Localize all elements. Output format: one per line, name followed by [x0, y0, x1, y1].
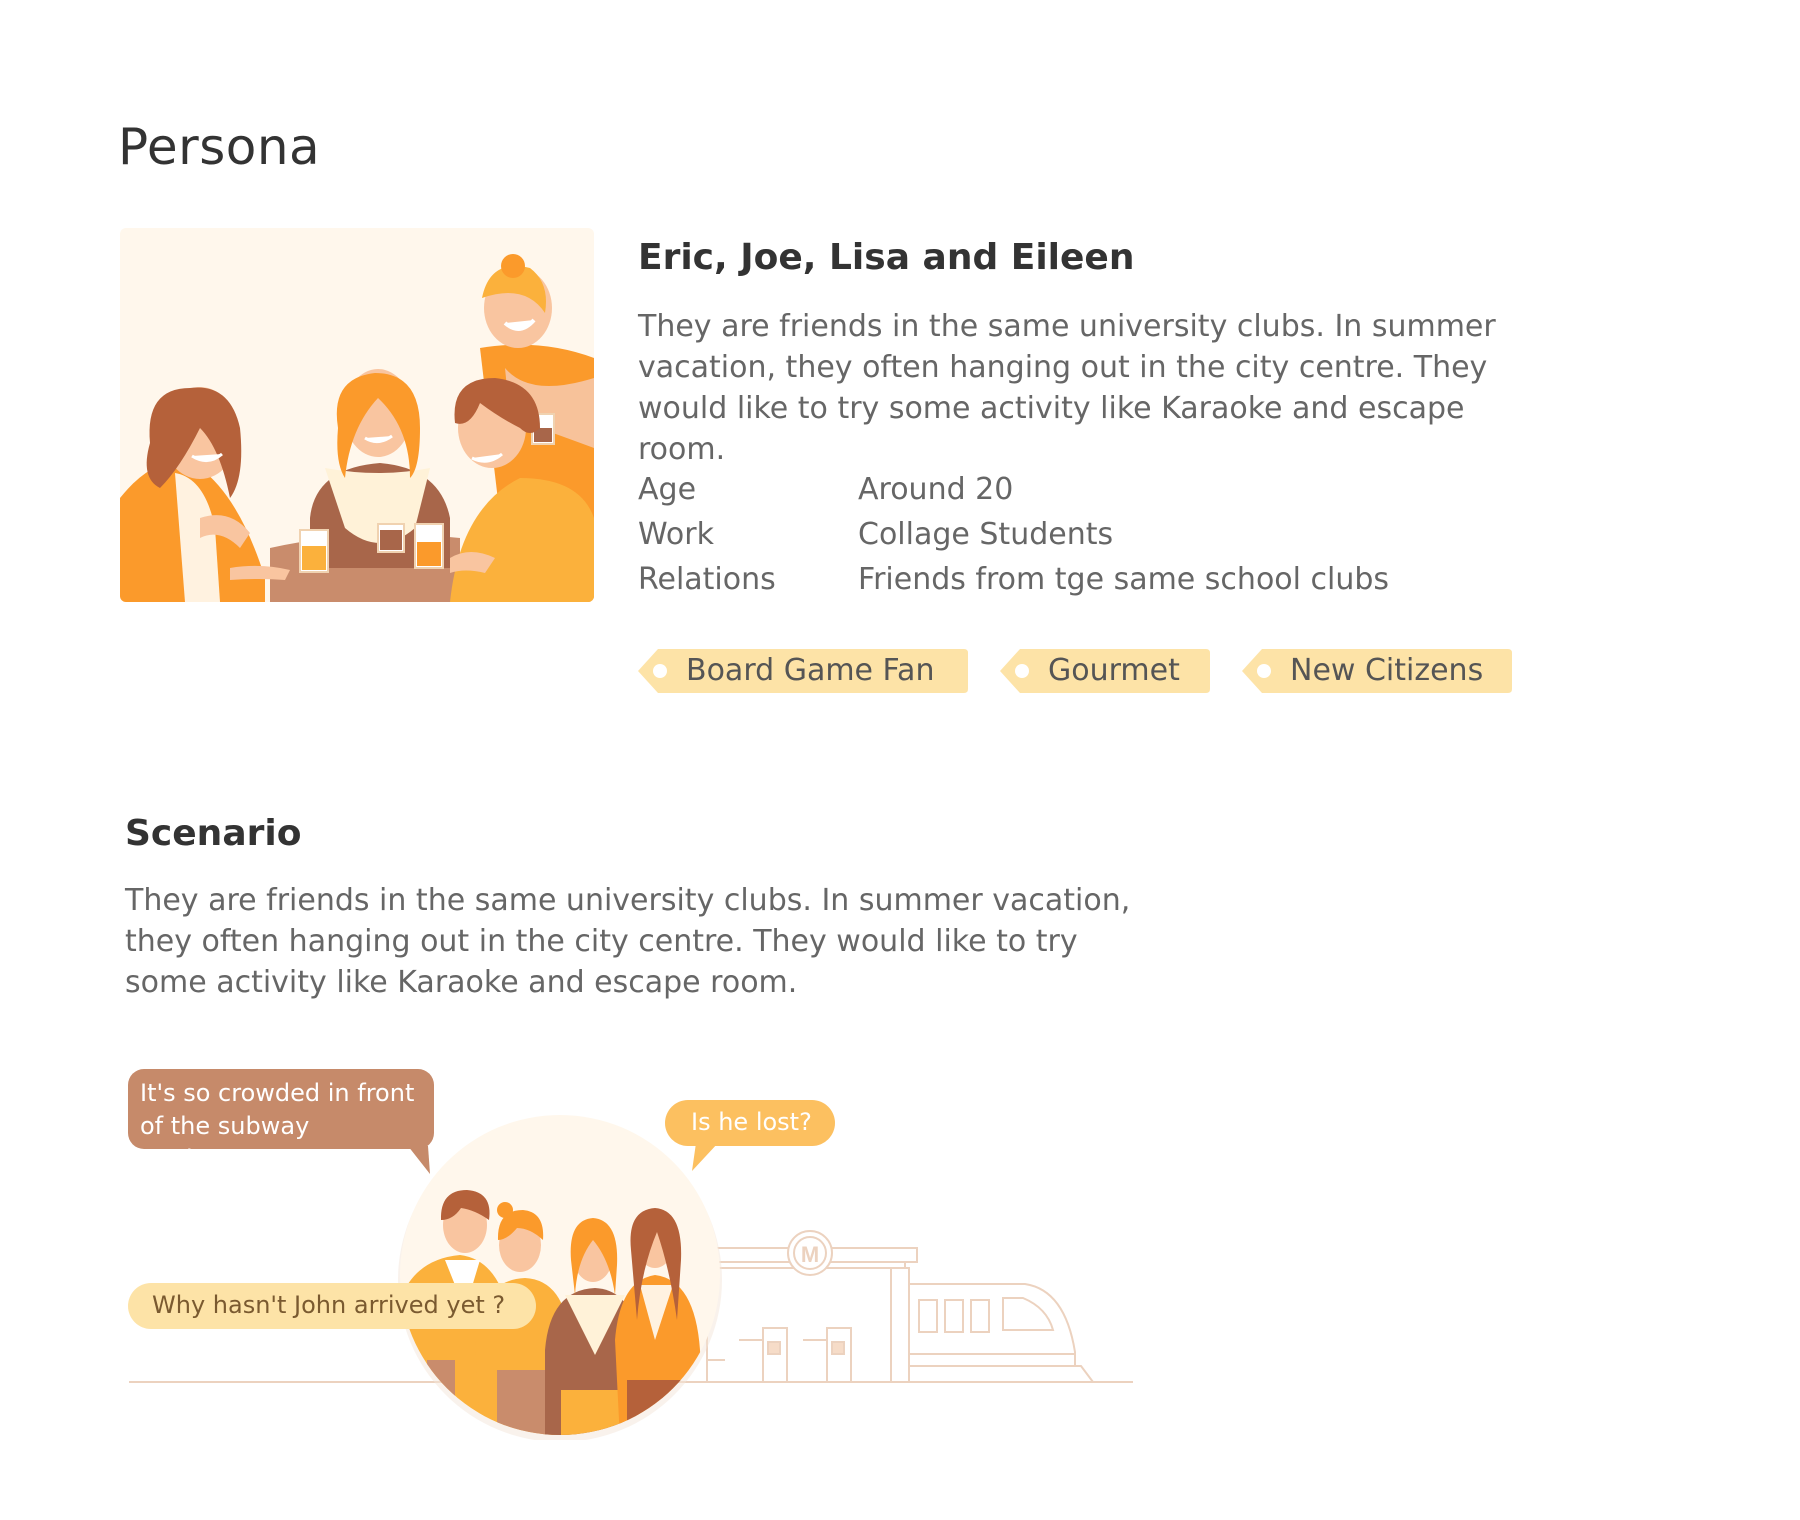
attribute-value-work: Collage Students [858, 517, 1114, 552]
speech-bubble-john: Why hasn't John arrived yet ? [128, 1283, 536, 1329]
persona-name: Eric, Joe, Lisa and Eileen [638, 237, 1135, 278]
tag-board-game-fan: Board Game Fan [638, 649, 968, 693]
attribute-label-age: Age [638, 472, 697, 507]
persona-description: They are friends in the same university … [638, 309, 1496, 467]
scenario-title: Scenario [125, 813, 302, 854]
tag-new-citizens: New Citizens [1242, 649, 1512, 693]
attribute-label-work: Work [638, 517, 714, 552]
station-sign: M [801, 1242, 819, 1267]
tag-label: New Citizens [1290, 653, 1484, 688]
attribute-value-relations: Friends from tge same school clubs [858, 562, 1390, 597]
attribute-label-relations: Relations [638, 562, 776, 597]
speech-bubble-tail [692, 1143, 718, 1171]
speech-bubble-lost: Is he lost? [665, 1100, 835, 1146]
attribute-value-age: Around 20 [858, 472, 1014, 507]
tag-label: Gourmet [1048, 653, 1180, 688]
tag-gourmet: Gourmet [1000, 649, 1210, 693]
tag-label: Board Game Fan [686, 653, 935, 688]
persona-illustration [120, 228, 594, 602]
speech-bubble-crowded: It's so crowded in front of the subway s… [128, 1069, 434, 1173]
scenario-description: They are friends in the same university … [125, 883, 1131, 1000]
friends-at-table-image [120, 228, 594, 602]
speech-bubble-tail [408, 1146, 430, 1174]
page-title: Persona [118, 118, 321, 176]
